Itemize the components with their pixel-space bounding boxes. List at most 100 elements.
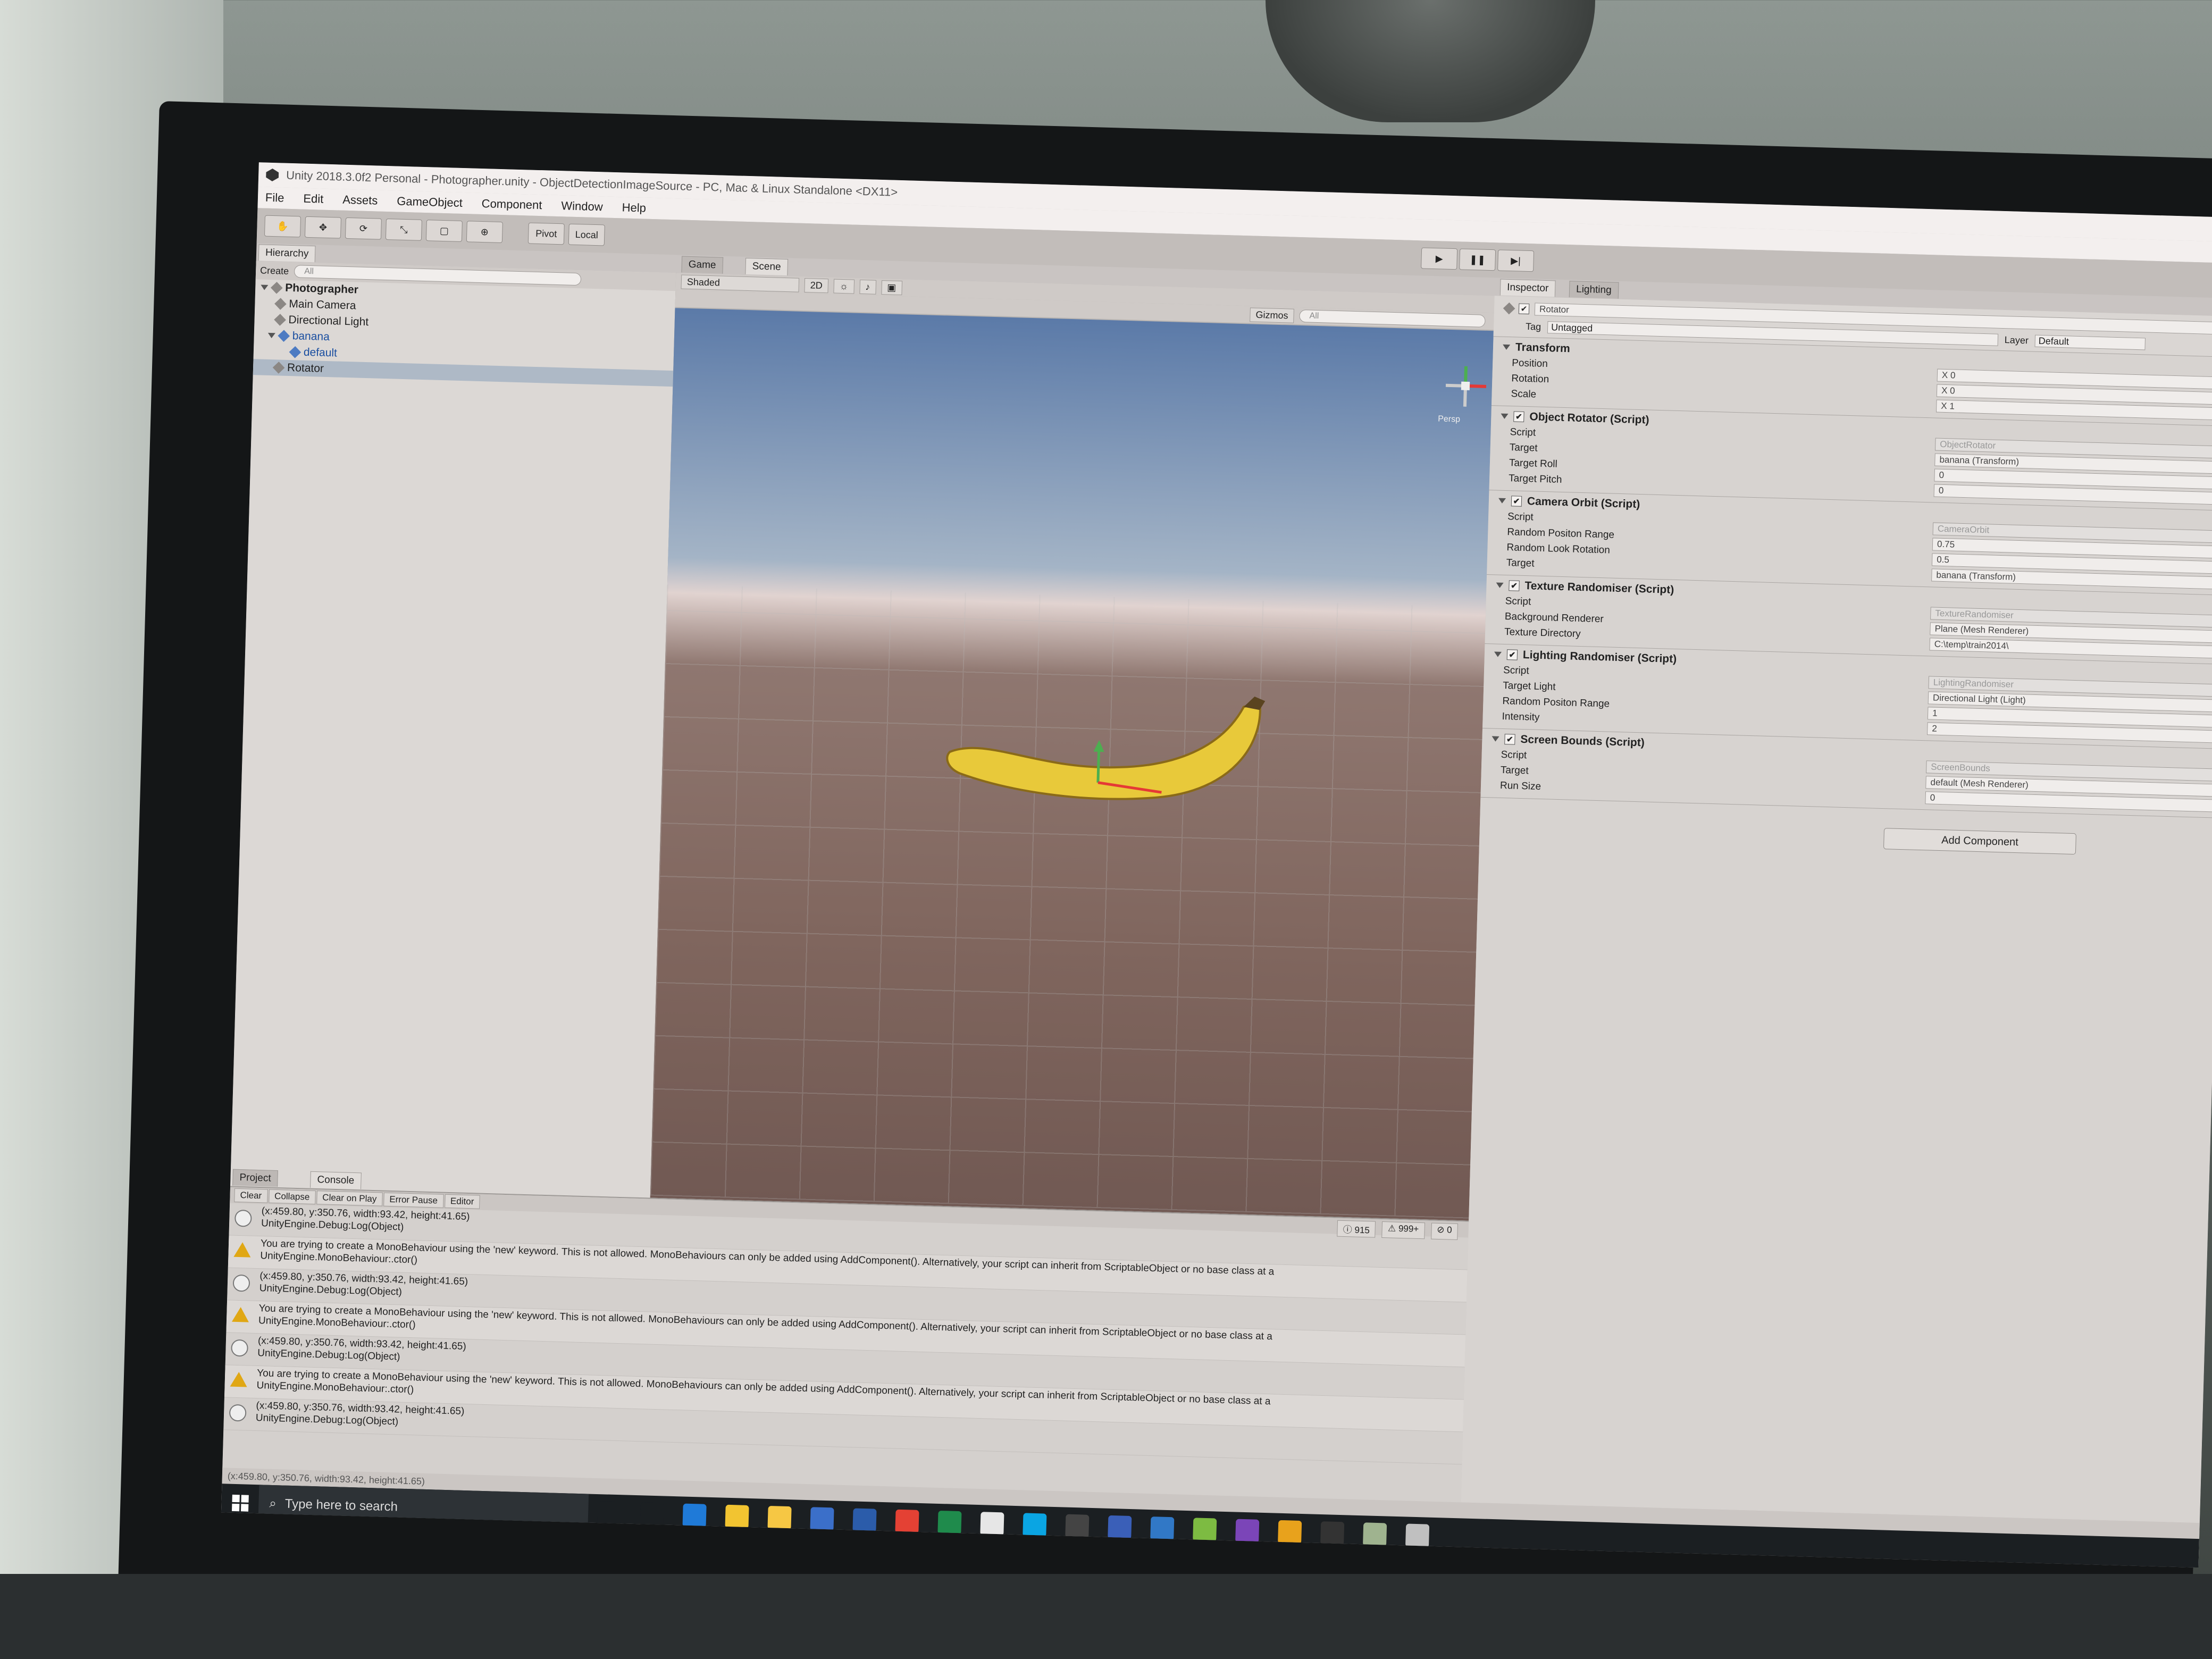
menu-component[interactable]: Component bbox=[481, 197, 542, 212]
tab-console[interactable]: Console bbox=[310, 1171, 362, 1189]
tab-game[interactable]: Game bbox=[681, 256, 723, 274]
create-button[interactable]: Create bbox=[260, 265, 289, 277]
warning-icon bbox=[230, 1371, 248, 1387]
app-icon[interactable] bbox=[1363, 1522, 1387, 1547]
excel-icon[interactable] bbox=[937, 1510, 962, 1535]
chrome-icon[interactable] bbox=[895, 1509, 919, 1534]
component-enabled-checkbox[interactable]: ✔ bbox=[1509, 580, 1520, 591]
terminal-icon[interactable] bbox=[1320, 1521, 1345, 1546]
pause-button[interactable]: ❚❚ bbox=[1459, 248, 1496, 271]
hierarchy-item-label: Photographer bbox=[284, 281, 359, 296]
file-explorer-icon[interactable] bbox=[725, 1504, 749, 1529]
hierarchy-item-label: default bbox=[303, 346, 338, 359]
notepad-icon[interactable] bbox=[1193, 1518, 1217, 1542]
start-button[interactable] bbox=[221, 1484, 259, 1522]
caret-down-icon bbox=[1501, 413, 1509, 420]
component-title: Object Rotator (Script) bbox=[1529, 410, 1649, 426]
hierarchy-item-label: Main Camera bbox=[289, 297, 356, 312]
move-tool-button[interactable]: ✥ bbox=[304, 216, 342, 239]
transform-tool-button[interactable]: ⊕ bbox=[466, 221, 503, 244]
component-list: Transform Position X 0 Rotation X 0 Scale X 1 ✔… bbox=[1480, 337, 2212, 818]
play-button[interactable]: ▶ bbox=[1421, 247, 1458, 270]
lighting-toggle-icon[interactable]: ☼ bbox=[833, 279, 854, 294]
rect-tool-button[interactable]: ▢ bbox=[425, 220, 463, 242]
clear-button[interactable]: Clear bbox=[234, 1188, 268, 1203]
error-count: 0 bbox=[1446, 1225, 1452, 1235]
local-label: Local bbox=[575, 229, 599, 240]
log-text: (x:459.80, y:350.76, width:93.42, height… bbox=[259, 1270, 468, 1300]
add-component-button[interactable]: Add Component bbox=[1883, 828, 2076, 855]
visual-studio-icon[interactable] bbox=[1235, 1519, 1260, 1543]
caret-down-icon bbox=[267, 332, 275, 339]
tools-icon[interactable] bbox=[1405, 1523, 1430, 1548]
warning-icon bbox=[231, 1306, 249, 1322]
db-icon[interactable] bbox=[1150, 1516, 1175, 1541]
caret-down-icon bbox=[261, 284, 269, 290]
gameobject-icon bbox=[1503, 302, 1515, 314]
edge-icon[interactable] bbox=[682, 1503, 707, 1528]
active-checkbox[interactable]: ✔ bbox=[1518, 303, 1530, 314]
editor-dropdown[interactable]: Editor bbox=[444, 1194, 480, 1209]
menu-gameobject[interactable]: GameObject bbox=[397, 195, 463, 210]
cortana-icon[interactable] bbox=[597, 1501, 622, 1526]
hand-tool-button[interactable]: ✋ bbox=[264, 215, 301, 238]
component-enabled-checkbox[interactable]: ✔ bbox=[1513, 411, 1524, 422]
local-button[interactable]: Local bbox=[568, 223, 605, 246]
menu-help[interactable]: Help bbox=[622, 200, 646, 215]
mail-icon[interactable] bbox=[980, 1512, 1004, 1536]
hierarchy-item-label: banana bbox=[292, 330, 330, 343]
scene-search-input[interactable]: All bbox=[1299, 309, 1486, 328]
shading-mode-dropdown[interactable]: Shaded bbox=[681, 274, 800, 292]
component-enabled-checkbox[interactable]: ✔ bbox=[1506, 649, 1518, 660]
gameobject-icon bbox=[272, 362, 285, 374]
layer-dropdown[interactable]: Default bbox=[2034, 334, 2146, 350]
unity-logo-icon bbox=[266, 169, 279, 182]
component-enabled-checkbox[interactable]: ✔ bbox=[1504, 734, 1515, 745]
scene-grid bbox=[650, 584, 1486, 1219]
search-icon: ⌕ bbox=[269, 1496, 277, 1511]
menu-file[interactable]: File bbox=[265, 191, 284, 205]
store-icon[interactable] bbox=[767, 1505, 792, 1530]
scene-viewport[interactable]: Persp bbox=[650, 308, 1494, 1221]
scale-tool-button[interactable]: ⤡ bbox=[385, 218, 422, 241]
gizmos-dropdown[interactable]: Gizmos bbox=[1250, 307, 1294, 323]
menu-edit[interactable]: Edit bbox=[303, 192, 324, 206]
audio-toggle-icon[interactable]: ♪ bbox=[859, 279, 876, 295]
powershell-icon[interactable] bbox=[852, 1508, 877, 1532]
effects-dropdown-icon[interactable]: ▣ bbox=[881, 280, 902, 295]
tag-label: Tag bbox=[1525, 321, 1541, 332]
menu-window[interactable]: Window bbox=[561, 199, 603, 214]
git-icon[interactable] bbox=[1278, 1520, 1302, 1545]
warn-count-toggle[interactable]: ⚠ 999+ bbox=[1381, 1221, 1425, 1239]
info-count-toggle[interactable]: ⓘ 915 bbox=[1337, 1220, 1376, 1238]
tab-project[interactable]: Project bbox=[232, 1169, 279, 1187]
layer-label: Layer bbox=[2004, 334, 2029, 346]
visio-icon[interactable] bbox=[1108, 1515, 1132, 1540]
task-view-icon[interactable] bbox=[640, 1502, 664, 1527]
hierarchy-search-placeholder: All bbox=[304, 266, 314, 276]
persp-label: Persp bbox=[1438, 414, 1461, 424]
unity-icon[interactable] bbox=[1065, 1514, 1090, 1538]
error-pause-button[interactable]: Error Pause bbox=[383, 1192, 444, 1208]
step-button[interactable]: ▶| bbox=[1497, 249, 1535, 272]
rotate-tool-button[interactable]: ⟳ bbox=[345, 217, 382, 240]
collapse-button[interactable]: Collapse bbox=[268, 1189, 316, 1204]
move-icon: ✥ bbox=[319, 221, 328, 233]
menu-assets[interactable]: Assets bbox=[342, 193, 378, 208]
component-title: Screen Bounds (Script) bbox=[1520, 733, 1645, 749]
tab-lighting[interactable]: Lighting bbox=[1569, 281, 1619, 299]
banana-model[interactable] bbox=[943, 688, 1281, 809]
error-count-toggle[interactable]: ⊘ 0 bbox=[1430, 1222, 1459, 1240]
clear-on-play-button[interactable]: Clear on Play bbox=[316, 1191, 383, 1206]
play-controls: ▶ ❚❚ ▶| bbox=[1421, 240, 1535, 279]
tab-inspector[interactable]: Inspector bbox=[1499, 279, 1556, 297]
component-enabled-checkbox[interactable]: ✔ bbox=[1511, 496, 1522, 507]
tab-scene[interactable]: Scene bbox=[745, 257, 789, 276]
pivot-button[interactable]: Pivot bbox=[527, 222, 565, 245]
keepass-icon[interactable] bbox=[810, 1507, 834, 1531]
orientation-gizmo-icon[interactable] bbox=[1441, 362, 1490, 410]
tab-hierarchy[interactable]: Hierarchy bbox=[258, 244, 316, 263]
log-text: (x:459.80, y:350.76, width:93.42, height… bbox=[261, 1205, 470, 1235]
2d-toggle[interactable]: 2D bbox=[804, 278, 829, 293]
skype-icon[interactable] bbox=[1023, 1513, 1047, 1537]
